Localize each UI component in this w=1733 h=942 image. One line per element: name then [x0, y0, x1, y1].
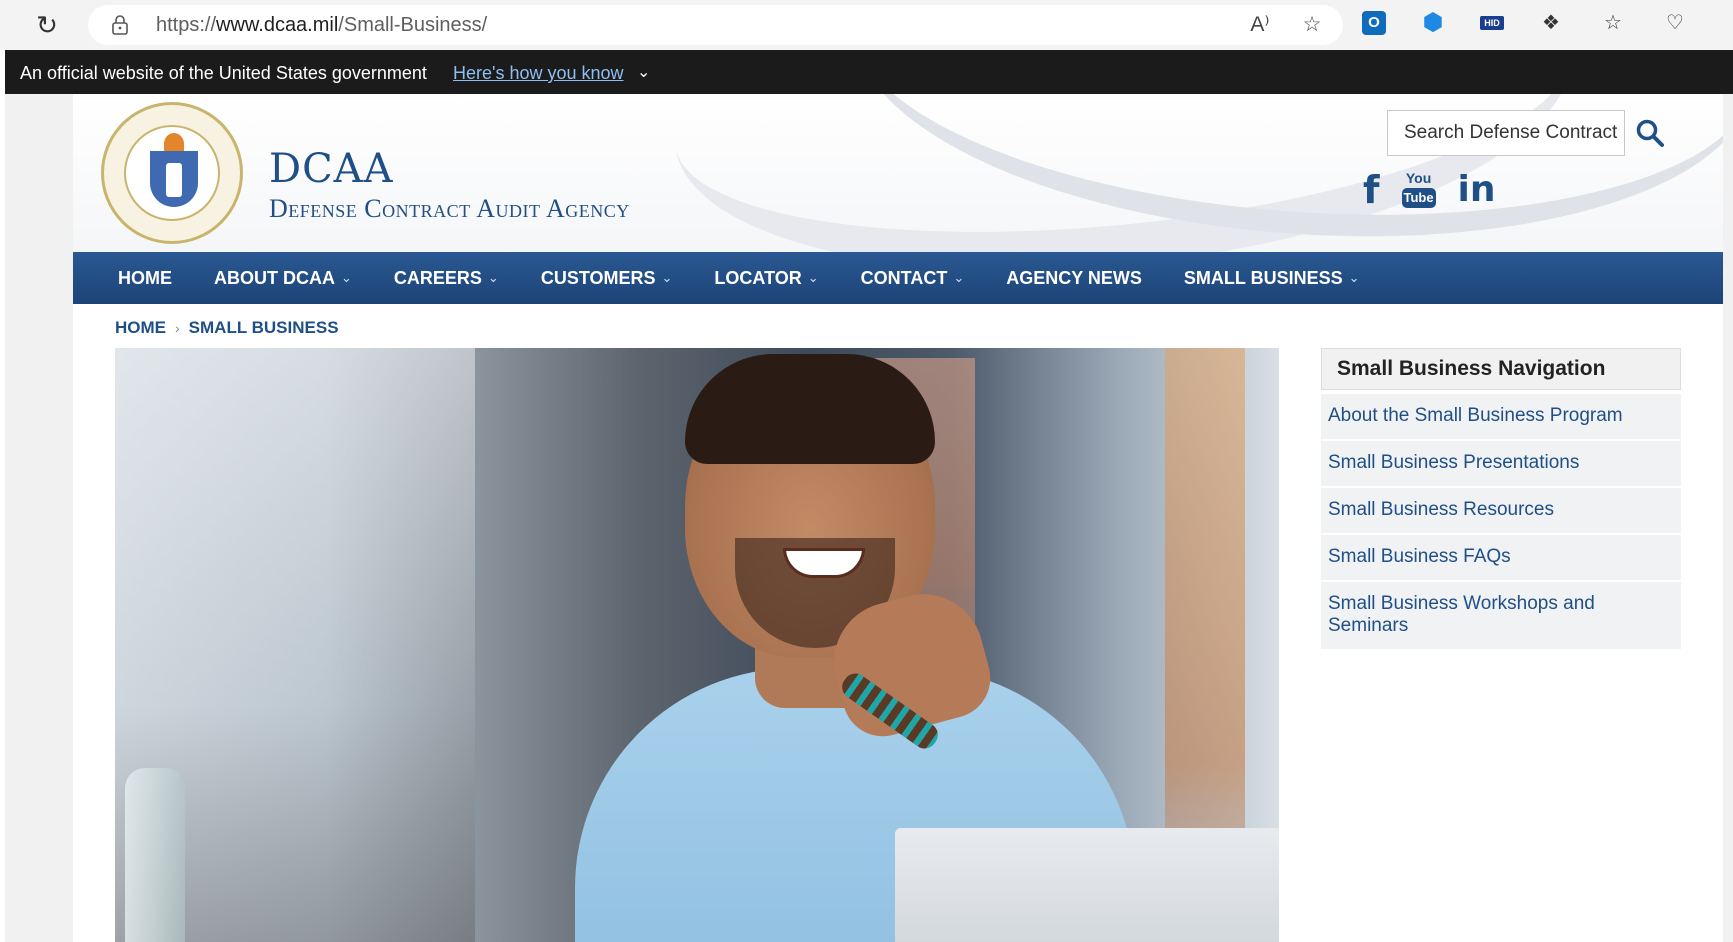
- nav-label: CAREERS: [393, 267, 482, 288]
- nav-label: SMALL BUSINESS: [1183, 267, 1343, 288]
- url-text[interactable]: https://www.dcaa.mil/Small-Business/: [156, 14, 487, 37]
- social-links: f You Tube in: [1363, 170, 1496, 211]
- nav-home[interactable]: HOME: [118, 268, 172, 289]
- youtube-icon[interactable]: You Tube: [1401, 170, 1436, 210]
- outlook-extension-icon[interactable]: O: [1362, 11, 1386, 35]
- nav-agency-news[interactable]: AGENCY NEWS: [1006, 268, 1142, 289]
- address-bar[interactable]: https://www.dcaa.mil/Small-Business/ A⁾ …: [88, 5, 1343, 45]
- small-business-sidenav: Small Business Navigation About the Smal…: [1321, 348, 1681, 651]
- seal-shield-icon: [150, 151, 198, 207]
- nav-label: HOME: [118, 267, 172, 288]
- chevron-right-icon: ›: [175, 320, 180, 336]
- extensions-puzzle-icon[interactable]: ❖: [1536, 8, 1566, 38]
- main-nav: HOME ABOUT DCAA ⌄ CAREERS ⌄ CUSTOMERS ⌄ LOC…: [73, 252, 1723, 304]
- nav-small-business[interactable]: SMALL BUSINESS ⌄: [1184, 268, 1360, 289]
- gov-banner: An official website of the United States…: [5, 50, 1733, 94]
- seal-inner-ring: [124, 125, 220, 221]
- nav-careers[interactable]: CAREERS ⌄: [394, 268, 499, 289]
- sidenav-item-resources[interactable]: Small Business Resources: [1321, 488, 1681, 535]
- linkedin-icon[interactable]: in: [1458, 170, 1496, 210]
- chevron-down-icon: ⌄: [1348, 270, 1360, 285]
- favorite-star-icon[interactable]: ☆: [1299, 13, 1325, 37]
- site-subtitle[interactable]: Defense Contract Audit Agency: [269, 194, 630, 224]
- read-aloud-icon[interactable]: A⁾: [1247, 13, 1273, 37]
- chevron-down-icon: ⌄: [341, 270, 352, 285]
- breadcrumb-home[interactable]: HOME: [115, 318, 166, 338]
- url-domain: www.dcaa.mil: [216, 14, 339, 36]
- favorites-list-icon[interactable]: ☆: [1598, 8, 1628, 38]
- search-icon[interactable]: [1635, 118, 1665, 148]
- nav-label: LOCATOR: [714, 267, 802, 288]
- url-prefix: https://: [156, 14, 217, 36]
- seal-torch-icon: [166, 163, 182, 197]
- browser-essentials-icon[interactable]: ♡: [1660, 8, 1690, 38]
- facebook-icon[interactable]: f: [1363, 170, 1380, 210]
- sidenav-item-about-program[interactable]: About the Small Business Program: [1321, 394, 1681, 441]
- nav-contact[interactable]: CONTACT ⌄: [861, 268, 965, 289]
- browser-toolbar: ↻ https://www.dcaa.mil/Small-Business/ A…: [0, 0, 1733, 50]
- site-header: DCAA Defense Contract Audit Agency f You…: [73, 94, 1723, 252]
- gov-banner-text: An official website of the United States…: [20, 63, 427, 83]
- chevron-down-icon: ⌄: [807, 270, 819, 285]
- nav-locator[interactable]: LOCATOR ⌄: [714, 268, 818, 289]
- search-box: [1387, 110, 1625, 156]
- chevron-down-icon: ⌄: [953, 270, 965, 285]
- nav-customers[interactable]: CUSTOMERS ⌄: [541, 268, 673, 289]
- dcaa-seal-logo[interactable]: [101, 102, 243, 244]
- hid-extension-icon[interactable]: HID: [1480, 16, 1504, 30]
- chevron-down-icon: ⌄: [661, 270, 673, 285]
- heres-how-you-know-link[interactable]: Here's how you know: [453, 63, 624, 84]
- sidenav-item-faqs[interactable]: Small Business FAQs: [1321, 535, 1681, 582]
- shield-extension-icon[interactable]: ⬢: [1418, 8, 1448, 38]
- breadcrumb-current: SMALL BUSINESS: [188, 318, 339, 337]
- reload-icon[interactable]: ↻: [32, 10, 62, 40]
- site-title[interactable]: DCAA: [269, 146, 393, 192]
- chevron-down-icon: ⌄: [487, 270, 499, 285]
- nav-label: ABOUT DCAA: [214, 267, 335, 288]
- nav-label: AGENCY NEWS: [1006, 267, 1142, 288]
- nav-label: CONTACT: [860, 267, 948, 288]
- nav-label: CUSTOMERS: [540, 267, 656, 288]
- search-input[interactable]: [1388, 111, 1624, 155]
- sidenav-title: Small Business Navigation: [1321, 348, 1681, 390]
- chevron-down-icon[interactable]: ⌄: [637, 62, 650, 82]
- lock-icon[interactable]: [110, 15, 130, 35]
- hero-bottle: [125, 768, 185, 942]
- hero-image: [115, 348, 1279, 942]
- url-path: /Small-Business/: [338, 14, 488, 36]
- hero-laptop: [895, 828, 1279, 942]
- nav-about-dcaa[interactable]: ABOUT DCAA ⌄: [214, 268, 352, 289]
- sidenav-item-workshops[interactable]: Small Business Workshops and Seminars: [1321, 582, 1681, 651]
- site-container: DCAA Defense Contract Audit Agency f You…: [73, 94, 1723, 942]
- breadcrumb: HOME › SMALL BUSINESS: [115, 318, 339, 338]
- sidenav-item-presentations[interactable]: Small Business Presentations: [1321, 441, 1681, 488]
- hero-person-hair: [685, 354, 935, 464]
